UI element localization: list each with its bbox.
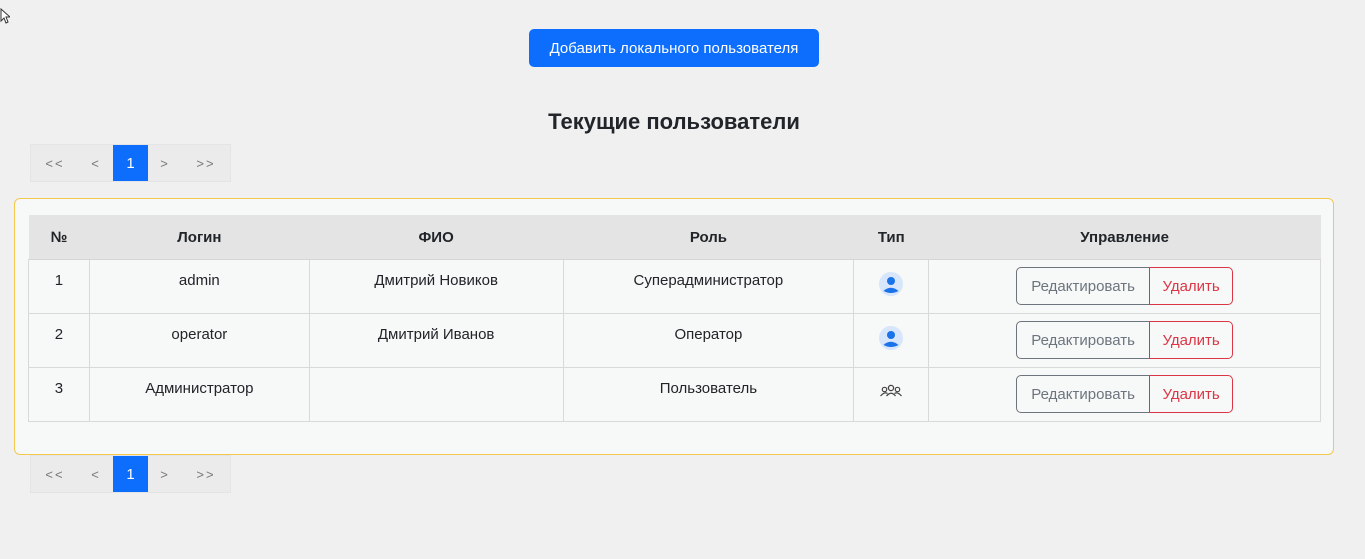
cell-fio: Дмитрий Иванов — [308, 313, 564, 368]
row-actions: Редактировать Удалить — [1016, 375, 1234, 413]
header-fio: ФИО — [309, 215, 563, 260]
delete-button[interactable]: Удалить — [1149, 375, 1234, 413]
pagination-current-page[interactable]: 1 — [113, 456, 148, 492]
cell-num: 1 — [28, 259, 90, 314]
edit-button[interactable]: Редактировать — [1016, 267, 1151, 305]
cell-num: 2 — [28, 313, 90, 368]
delete-button[interactable]: Удалить — [1149, 321, 1234, 359]
table-header-row: № Логин ФИО Роль Тип Управление — [28, 215, 1321, 260]
header-num: № — [28, 215, 90, 260]
cell-role: Пользователь — [562, 367, 855, 422]
pagination-last-button[interactable]: >> — [182, 456, 230, 492]
table-row: 2 operator Дмитрий Иванов Оператор Редак… — [28, 313, 1321, 368]
group-icon — [880, 384, 903, 397]
cell-fio — [308, 367, 564, 422]
users-table: № Логин ФИО Роль Тип Управление 1 admin … — [28, 215, 1321, 422]
cell-num: 3 — [28, 367, 90, 422]
cell-manage: Редактировать Удалить — [928, 313, 1321, 368]
pagination-next-button[interactable]: > — [148, 145, 182, 181]
user-icon — [879, 326, 904, 350]
row-actions: Редактировать Удалить — [1016, 321, 1234, 359]
table-row: 3 Администратор Пользователь Редактирова… — [28, 367, 1321, 422]
cell-login: Администратор — [88, 367, 310, 422]
header-login: Логин — [89, 215, 310, 260]
cell-role: Оператор — [562, 313, 855, 368]
header-type: Тип — [853, 215, 929, 260]
pagination-top: << < 1 > >> — [30, 144, 231, 182]
edit-button[interactable]: Редактировать — [1016, 375, 1151, 413]
pagination-last-button[interactable]: >> — [182, 145, 230, 181]
pagination-bottom: << < 1 > >> — [30, 455, 231, 493]
cell-type — [853, 259, 930, 314]
cell-fio: Дмитрий Новиков — [308, 259, 564, 314]
users-card: № Логин ФИО Роль Тип Управление 1 admin … — [14, 198, 1334, 455]
cell-manage: Редактировать Удалить — [928, 259, 1321, 314]
pagination-prev-button[interactable]: < — [79, 456, 113, 492]
cell-type — [853, 313, 930, 368]
header-role: Роль — [563, 215, 854, 260]
user-icon — [879, 272, 904, 296]
pagination-first-button[interactable]: << — [31, 456, 79, 492]
cell-type — [853, 367, 930, 422]
pagination-next-button[interactable]: > — [148, 456, 182, 492]
header-manage: Управление — [928, 215, 1321, 260]
page-title: Текущие пользователи — [548, 109, 800, 134]
pagination-first-button[interactable]: << — [31, 145, 79, 181]
add-local-user-button[interactable]: Добавить локального пользователя — [529, 29, 819, 67]
table-row: 1 admin Дмитрий Новиков Суперадминистрат… — [28, 259, 1321, 314]
cell-manage: Редактировать Удалить — [928, 367, 1321, 422]
pagination-current-page[interactable]: 1 — [113, 145, 148, 181]
delete-button[interactable]: Удалить — [1149, 267, 1234, 305]
row-actions: Редактировать Удалить — [1016, 267, 1234, 305]
mouse-cursor-icon — [0, 8, 10, 24]
cell-role: Суперадминистратор — [562, 259, 855, 314]
pagination-prev-button[interactable]: < — [79, 145, 113, 181]
cell-login: admin — [88, 259, 310, 314]
cell-login: operator — [88, 313, 310, 368]
edit-button[interactable]: Редактировать — [1016, 321, 1151, 359]
